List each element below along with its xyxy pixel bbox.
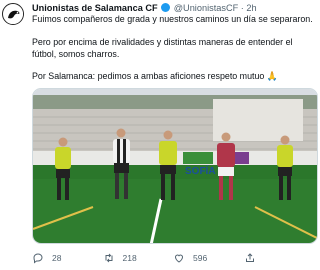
share-icon [245, 253, 254, 262]
banner-text: SOFÍA [185, 164, 216, 177]
like-count: 596 [193, 253, 208, 263]
stadium-photo: SOFÍA [33, 89, 317, 243]
action-bar: 28 218 596 [32, 249, 314, 267]
verified-icon [161, 3, 171, 12]
tweet-photo[interactable]: SOFÍA [32, 88, 318, 244]
reply-button[interactable]: 28 [32, 252, 103, 264]
like-icon [174, 254, 184, 263]
retweet-icon [105, 253, 112, 263]
separator: · [240, 3, 244, 13]
tweet-header: Unionistas de Salamanca CF @UnionistasCF… [32, 2, 257, 14]
author-handle[interactable]: @UnionistasCF [174, 3, 238, 13]
tweet-text-paragraph-1: Fuimos compañeros de grada y nuestros ca… [32, 14, 313, 24]
tweet-text-paragraph-2: Pero por encima de rivalidades y distint… [32, 37, 293, 59]
like-button[interactable]: 596 [173, 252, 244, 264]
share-button[interactable] [244, 252, 315, 264]
retweet-count: 218 [122, 253, 137, 263]
avatar-logo [4, 5, 23, 24]
tweet-time[interactable]: 2h [246, 3, 256, 13]
tweet-text-paragraph-3: Por Salamanca: pedimos a ambas aficiones… [32, 71, 278, 81]
retweet-button[interactable]: 218 [103, 252, 174, 264]
reply-count: 28 [52, 253, 62, 263]
avatar[interactable] [2, 3, 24, 25]
author-name[interactable]: Unionistas de Salamanca CF [32, 3, 158, 13]
reply-icon [33, 253, 43, 264]
